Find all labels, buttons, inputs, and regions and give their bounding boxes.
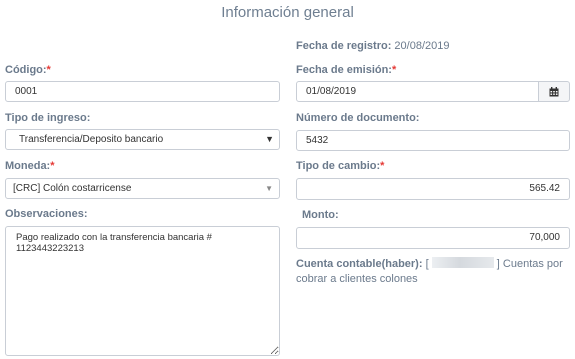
issue-date-value: 01/08/2019 (306, 86, 357, 97)
observations-textarea[interactable]: Pago realizado con la transferencia banc… (5, 226, 280, 356)
required-mark: * (391, 64, 397, 76)
registration-date-value: 20/08/2019 (394, 40, 450, 52)
exchange-rate-label: Tipo de cambio:* (296, 160, 384, 172)
currency-select[interactable]: [CRC] Colón costarricense ▼ (5, 178, 280, 199)
income-type-value: Transferencia/Deposito bancario (19, 134, 164, 145)
redacted-account-code (431, 257, 494, 268)
chevron-down-icon: ▼ (265, 184, 273, 193)
document-number-label: Número de documento: (296, 112, 420, 124)
chevron-down-icon: ▼ (265, 134, 274, 144)
document-number-input[interactable]: 5432 (296, 130, 570, 151)
open-bracket: [ (425, 258, 429, 270)
amount-input[interactable]: 70,000 (296, 227, 570, 249)
registration-date-label: Fecha de registro: (296, 40, 392, 52)
issue-date-label: Fecha de emisión:* (296, 64, 396, 76)
required-mark: * (50, 160, 55, 172)
exchange-rate-label-text: Tipo de cambio: (296, 160, 381, 172)
registration-date: Fecha de registro: 20/08/2019 (296, 40, 449, 52)
required-mark: * (46, 64, 51, 76)
exchange-rate-value: 565.42 (529, 183, 560, 194)
required-mark: * (380, 160, 385, 172)
amount-value: 70,000 (529, 232, 560, 243)
code-value: 0001 (15, 86, 38, 97)
calendar-button[interactable] (538, 81, 570, 102)
code-input[interactable]: 0001 (5, 81, 280, 102)
currency-label-text: Moneda: (5, 160, 51, 172)
currency-value: [CRC] Colón costarricense (13, 183, 132, 194)
currency-label: Moneda:* (5, 160, 55, 172)
exchange-rate-input[interactable]: 565.42 (296, 178, 570, 200)
income-type-label: Tipo de ingreso: (5, 112, 91, 124)
accounting-account: Cuenta contable(haber): [ ] Cuentas por … (296, 257, 566, 287)
document-number-value: 5432 (306, 135, 329, 146)
section-title: Información general (221, 4, 354, 21)
accounting-account-label: Cuenta contable(haber): (296, 258, 423, 270)
income-type-select[interactable]: Transferencia/Deposito bancario ▼ (5, 129, 280, 150)
close-bracket: ] (496, 258, 500, 270)
code-label: Código:* (5, 64, 51, 76)
calendar-icon (549, 86, 559, 96)
code-label-text: Código: (5, 64, 47, 76)
amount-label: Monto: (302, 209, 339, 221)
issue-date-label-text: Fecha de emisión: (296, 64, 392, 76)
issue-date-input[interactable]: 01/08/2019 (296, 81, 539, 102)
observations-label: Observaciones: (5, 208, 88, 220)
